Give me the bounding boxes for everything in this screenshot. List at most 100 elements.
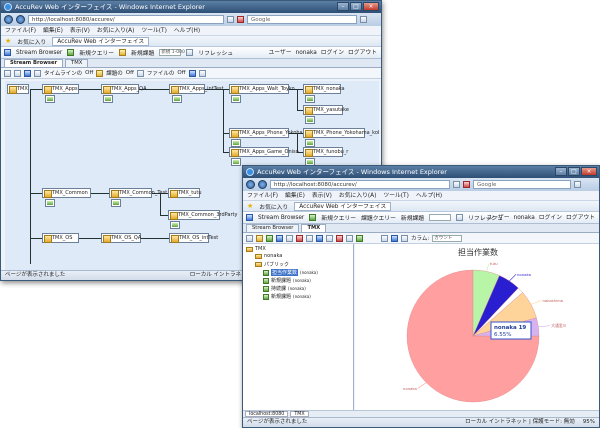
menu-edit[interactable]: 編集(E) — [43, 26, 63, 35]
workspace-icon[interactable] — [231, 139, 241, 147]
menu-file[interactable]: ファイル(F) — [247, 191, 278, 200]
maximize-button[interactable]: □ — [350, 2, 362, 11]
tree-query-item[interactable]: 新規課題 (nonaka) — [263, 293, 311, 300]
maximize-button[interactable]: □ — [568, 167, 580, 176]
table-view-icon[interactable] — [391, 234, 398, 242]
forward-arrow-icon[interactable] — [258, 180, 267, 189]
tab-tmx[interactable]: TMX — [301, 224, 327, 232]
favorites-star-icon[interactable]: ★ — [5, 37, 11, 45]
stream-node[interactable]: TMX — [7, 84, 29, 94]
toolbar-icon-7[interactable] — [306, 234, 313, 242]
issue-icon[interactable] — [96, 69, 104, 77]
minimize-button[interactable]: – — [337, 2, 349, 11]
workspace-icon[interactable] — [231, 95, 241, 103]
stream-node[interactable]: TMX_Apps_Walt_Toyko — [229, 84, 295, 94]
toolbar-icon-3[interactable] — [266, 234, 273, 242]
toolbar-icon-6[interactable] — [296, 234, 303, 242]
file-state[interactable]: Off — [177, 70, 185, 76]
export-icon[interactable] — [401, 234, 408, 242]
workspace-icon[interactable] — [170, 221, 180, 229]
login-link[interactable]: ログイン — [539, 212, 562, 224]
workspace-icon[interactable] — [305, 139, 315, 147]
back-page-tab[interactable]: AccuRev Web インターフェイス — [52, 36, 150, 46]
menu-view[interactable]: 表示(V) — [70, 26, 90, 35]
tab-tmx[interactable]: TMX — [65, 59, 89, 67]
stream-node[interactable]: TMX_Common_3rdParty — [168, 210, 237, 220]
stream-node[interactable]: TMX_OS — [42, 233, 79, 243]
search-icon[interactable] — [360, 16, 367, 23]
logout-link[interactable]: ログアウト — [566, 212, 595, 224]
stream-node[interactable]: TMX_Apps — [42, 84, 79, 94]
menu-view[interactable]: 表示(V) — [312, 191, 332, 200]
tab-stream-browser[interactable]: Stream Browser — [4, 59, 64, 67]
back-search-input[interactable]: Google — [247, 15, 357, 24]
stream-node[interactable]: TMX_funobu_r — [303, 147, 348, 157]
refresh-icon[interactable] — [227, 16, 234, 23]
new-issue-button[interactable]: 新規課題 — [131, 48, 154, 57]
toolbar-icon-3[interactable] — [24, 69, 31, 77]
refresh-icon[interactable] — [453, 181, 460, 188]
toolbar-icon-5[interactable] — [286, 234, 293, 242]
workspace-icon[interactable] — [305, 95, 315, 103]
stream-node[interactable]: TMX_OS_QA — [101, 233, 141, 243]
back-url-input[interactable]: http://localhost:8080/accurev/ — [28, 15, 224, 24]
new-issue-button[interactable]: 新規課題 — [401, 213, 424, 222]
stream-browser-button[interactable]: Stream Browser — [16, 50, 62, 56]
issue-number-input[interactable]: 新規 1-000 — [159, 49, 185, 56]
stop-icon[interactable] — [463, 181, 470, 188]
forward-arrow-icon[interactable] — [16, 15, 25, 24]
tree-root[interactable]: TMX — [246, 246, 266, 252]
toolbar-icon-12[interactable] — [356, 234, 363, 242]
toolbar-icon-1[interactable] — [246, 234, 253, 242]
toolbar-icon-1[interactable] — [4, 69, 11, 77]
front-search-input[interactable]: Google — [473, 180, 571, 189]
tree-query-item[interactable]: 持続課 (nonaka) — [263, 285, 306, 292]
toolbar-icon-2[interactable] — [256, 234, 263, 242]
toolbar-icon-9[interactable] — [326, 234, 333, 242]
favorites-label[interactable]: お気に入り — [17, 37, 46, 46]
front-url-input[interactable]: http://localhost:8080/accurev/ — [270, 180, 450, 189]
favorites-label[interactable]: お気に入り — [259, 202, 288, 211]
issue-query-button[interactable]: 課題クエリー — [361, 213, 396, 222]
workspace-icon[interactable] — [103, 95, 113, 103]
refresh-button[interactable]: リフレッシュ — [198, 48, 233, 57]
tab-stream-browser[interactable]: Stream Browser — [246, 224, 300, 232]
workspace-icon[interactable] — [172, 95, 182, 103]
toolbar-icon-8[interactable] — [316, 234, 323, 242]
issue-number-input[interactable] — [429, 214, 452, 221]
menu-edit[interactable]: 編集(E) — [285, 191, 305, 200]
menu-tools[interactable]: ツール(T) — [383, 191, 408, 200]
chart-view-icon[interactable] — [381, 234, 388, 242]
stream-node[interactable]: TMX_Common_Test — [109, 188, 167, 198]
workspace-icon[interactable] — [111, 199, 121, 207]
stream-node[interactable]: TMX_Apps_QA — [101, 84, 147, 94]
menu-file[interactable]: ファイル(F) — [5, 26, 36, 35]
menu-help[interactable]: ヘルプ(H) — [174, 26, 200, 35]
timeline-state[interactable]: Off — [85, 70, 93, 76]
logout-link[interactable]: ログアウト — [348, 47, 377, 59]
back-arrow-icon[interactable] — [4, 15, 13, 24]
workspace-icon[interactable] — [45, 199, 55, 207]
stream-browser-button[interactable]: Stream Browser — [258, 215, 304, 221]
stream-node[interactable]: TMX_Apps_intTest — [169, 84, 224, 94]
stop-icon[interactable] — [237, 16, 244, 23]
menu-tools[interactable]: ツール(T) — [141, 26, 166, 35]
new-query-button[interactable]: 新規クエリー — [321, 213, 356, 222]
toolbar-icon-11[interactable] — [346, 234, 353, 242]
toolbar-icon-2[interactable] — [14, 69, 21, 77]
tree-user-folder[interactable]: nonaka — [255, 253, 282, 259]
issue-state[interactable]: Off — [126, 70, 134, 76]
login-link[interactable]: ログイン — [321, 47, 344, 59]
tree-query-item[interactable]: 新規課題 (nonaka) — [263, 277, 311, 284]
stream-node[interactable]: TMX_Apps_Game_Oniso — [229, 147, 299, 157]
front-page-tab[interactable]: AccuRev Web インターフェイス — [294, 201, 392, 211]
search-icon[interactable] — [574, 181, 581, 188]
workspace-icon[interactable] — [305, 116, 315, 124]
new-query-button[interactable]: 新規クエリー — [79, 48, 114, 57]
menu-favorites[interactable]: お気に入り(A) — [339, 191, 376, 200]
stream-node[interactable]: TMX_Common — [42, 188, 91, 198]
close-button[interactable]: × — [363, 2, 379, 11]
stream-node[interactable]: TMX_tutu — [168, 188, 202, 198]
menu-help[interactable]: ヘルプ(H) — [416, 191, 442, 200]
workspace-icon[interactable] — [45, 95, 55, 103]
